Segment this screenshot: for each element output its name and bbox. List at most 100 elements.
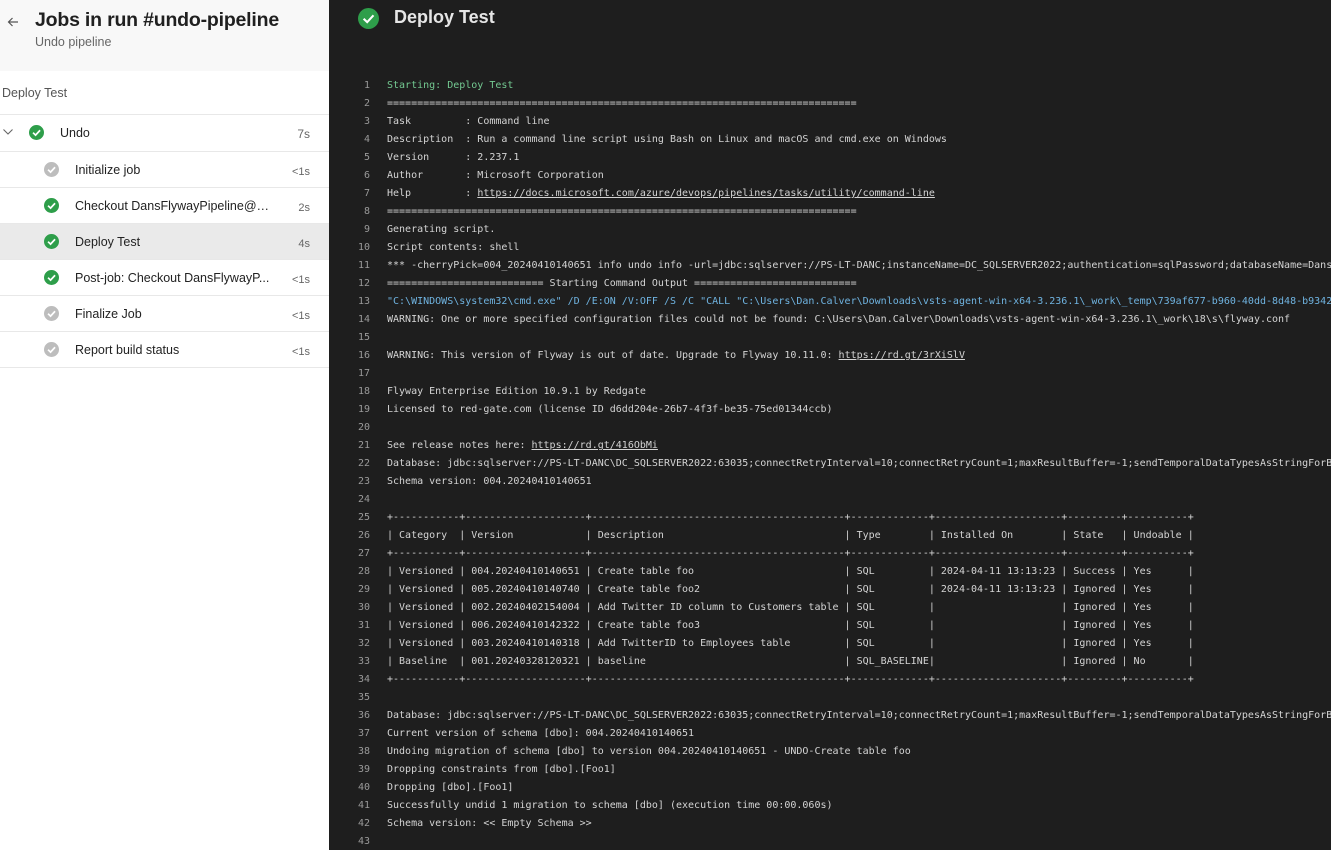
log-line: 5 Version : 2.237.1 — [329, 149, 1331, 167]
log-line: 36 Database: jdbc:sqlserver://PS-LT-DANC\… — [329, 707, 1331, 725]
success-check-icon — [44, 270, 59, 285]
log-line: 11 *** -cherryPick=004_20240410140651 inf… — [329, 257, 1331, 275]
log-text-content: Schema version: << Empty Schema >> — [387, 818, 592, 829]
line-number: 33 — [357, 656, 370, 667]
log-text-content: +-----------+--------------------+------… — [387, 548, 1194, 559]
line-number: 7 — [363, 188, 370, 199]
line-number: 5 — [363, 152, 370, 163]
log-line: 12 ========================== Starting Co… — [329, 275, 1331, 293]
step-label: Report build status — [75, 343, 180, 357]
line-number: 19 — [357, 404, 370, 415]
line-number: 23 — [357, 476, 370, 487]
log-line: 7 Help : https://docs.microsoft.com/azure… — [329, 185, 1331, 203]
log-line: 13 "C:\WINDOWS\system32\cmd.exe" /D /E:ON… — [329, 293, 1331, 311]
log-text-content: Schema version: 004.20240410140651 — [387, 476, 592, 487]
log-text-content: ========================================… — [387, 206, 857, 217]
line-number: 34 — [357, 674, 370, 685]
log-text: WARNING: One or more specified configura… — [387, 311, 1290, 329]
jobs-panel-header: Jobs in run #undo-pipeline Undo pipeline — [0, 0, 329, 71]
line-number: 11 — [357, 260, 370, 271]
step-row[interactable]: Checkout DansFlywayPipeline@m... 2s — [0, 188, 329, 224]
step-row[interactable]: Finalize Job <1s — [0, 296, 329, 332]
log-line: 23 Schema version: 004.20240410140651 — [329, 473, 1331, 491]
log-line: 34 +-----------+--------------------+----… — [329, 671, 1331, 689]
log-text-content: *** -cherryPick=004_20240410140651 info … — [387, 260, 1331, 271]
log-text-content: ========================================… — [387, 98, 857, 109]
line-number: 43 — [357, 836, 370, 847]
line-number: 31 — [357, 620, 370, 631]
log-line: 3 Task : Command line — [329, 113, 1331, 131]
line-number: 30 — [357, 602, 370, 613]
step-row[interactable]: Post-job: Checkout DansFlywayP... <1s — [0, 260, 329, 296]
line-number: 29 — [357, 584, 370, 595]
log-line: 41 Successfully undid 1 migration to sche… — [329, 797, 1331, 815]
step-row[interactable]: Deploy Test 4s — [0, 224, 329, 260]
log-line: 19 Licensed to red-gate.com (license ID d… — [329, 401, 1331, 419]
line-number: 1 — [363, 80, 370, 91]
line-number: 14 — [357, 314, 370, 325]
line-number: 21 — [357, 440, 370, 451]
job-list: Deploy Test Undo 7s Initialize job <1s Che… — [0, 71, 329, 850]
line-number: 18 — [357, 386, 370, 397]
step-row[interactable]: Report build status <1s — [0, 332, 329, 368]
step-label: Checkout DansFlywayPipeline@m... — [75, 199, 275, 213]
log-text: | Versioned | 006.20240410142322 | Creat… — [387, 617, 1194, 635]
line-number: 16 — [357, 350, 370, 361]
chevron-down-icon[interactable] — [2, 125, 14, 137]
log-line: 30 | Versioned | 002.20240402154004 | Add… — [329, 599, 1331, 617]
log-line: 22 Database: jdbc:sqlserver://PS-LT-DANC\… — [329, 455, 1331, 473]
log-link[interactable]: https://rd.gt/416ObMi — [532, 440, 658, 451]
log-text-content: WARNING: This version of Flyway is out o… — [387, 350, 839, 361]
log-text: Task : Command line — [387, 113, 550, 131]
log-text: *** -cherryPick=004_20240410140651 info … — [387, 257, 1331, 275]
log-text: Database: jdbc:sqlserver://PS-LT-DANC\DC… — [387, 707, 1331, 725]
log-text: Dropping constraints from [dbo].[Foo1] — [387, 761, 616, 779]
success-check-icon — [358, 8, 379, 29]
log-text-content: Description : Run a command line script … — [387, 134, 947, 145]
log-text-content: | Baseline | 001.20240328120321 | baseli… — [387, 656, 1194, 667]
log-text-content: Generating script. — [387, 224, 496, 235]
log-text: Dropping [dbo].[Foo1] — [387, 779, 513, 797]
log-text: Generating script. — [387, 221, 495, 239]
step-row[interactable]: Initialize job <1s — [0, 152, 329, 188]
line-number: 10 — [357, 242, 370, 253]
log-text-content: Licensed to red-gate.com (license ID d6d… — [387, 404, 833, 415]
line-number: 35 — [357, 692, 370, 703]
log-text: ========================================… — [387, 203, 857, 221]
log-line: 9 Generating script. — [329, 221, 1331, 239]
log-link[interactable]: https://rd.gt/3rXiSlV — [839, 350, 965, 361]
line-number: 24 — [357, 494, 370, 505]
log-text-content: Help : — [387, 188, 478, 199]
log-line: 14 WARNING: One or more specified configu… — [329, 311, 1331, 329]
job-duration: 7s — [297, 127, 310, 141]
line-number: 32 — [357, 638, 370, 649]
log-line: 16 WARNING: This version of Flyway is out… — [329, 347, 1331, 365]
line-number: 9 — [363, 224, 370, 235]
log-text-content: Task : Command line — [387, 116, 550, 127]
neutral-check-icon — [44, 306, 59, 321]
line-number: 2 — [363, 98, 370, 109]
back-arrow-icon[interactable] — [5, 12, 21, 32]
log-text: ========================== Starting Comm… — [387, 275, 857, 293]
line-number: 41 — [357, 800, 370, 811]
log-text: Successfully undid 1 migration to schema… — [387, 797, 833, 815]
log-text: Current version of schema [dbo]: 004.202… — [387, 725, 694, 743]
log-text: Flyway Enterprise Edition 10.9.1 by Redg… — [387, 383, 646, 401]
job-row-undo[interactable]: Undo 7s — [0, 115, 329, 151]
success-check-icon — [29, 125, 44, 140]
neutral-check-icon — [44, 342, 59, 357]
log-line: 40 Dropping [dbo].[Foo1] — [329, 779, 1331, 797]
step-label: Initialize job — [75, 163, 141, 177]
log-line: 26 | Category | Version | Description | T… — [329, 527, 1331, 545]
log-text: Database: jdbc:sqlserver://PS-LT-DANC\DC… — [387, 455, 1331, 473]
line-number: 39 — [357, 764, 370, 775]
step-label: Finalize Job — [75, 307, 142, 321]
log-text: "C:\WINDOWS\system32\cmd.exe" /D /E:ON /… — [387, 293, 1331, 311]
log-text: | Category | Version | Description | Typ… — [387, 527, 1194, 545]
line-number: 28 — [357, 566, 370, 577]
line-number: 20 — [357, 422, 370, 433]
step-duration: <1s — [291, 346, 310, 358]
log-text-content: | Versioned | 002.20240402154004 | Add T… — [387, 602, 1194, 613]
log-text-content: +-----------+--------------------+------… — [387, 512, 1194, 523]
log-link[interactable]: https://docs.microsoft.com/azure/devops/… — [477, 188, 935, 199]
